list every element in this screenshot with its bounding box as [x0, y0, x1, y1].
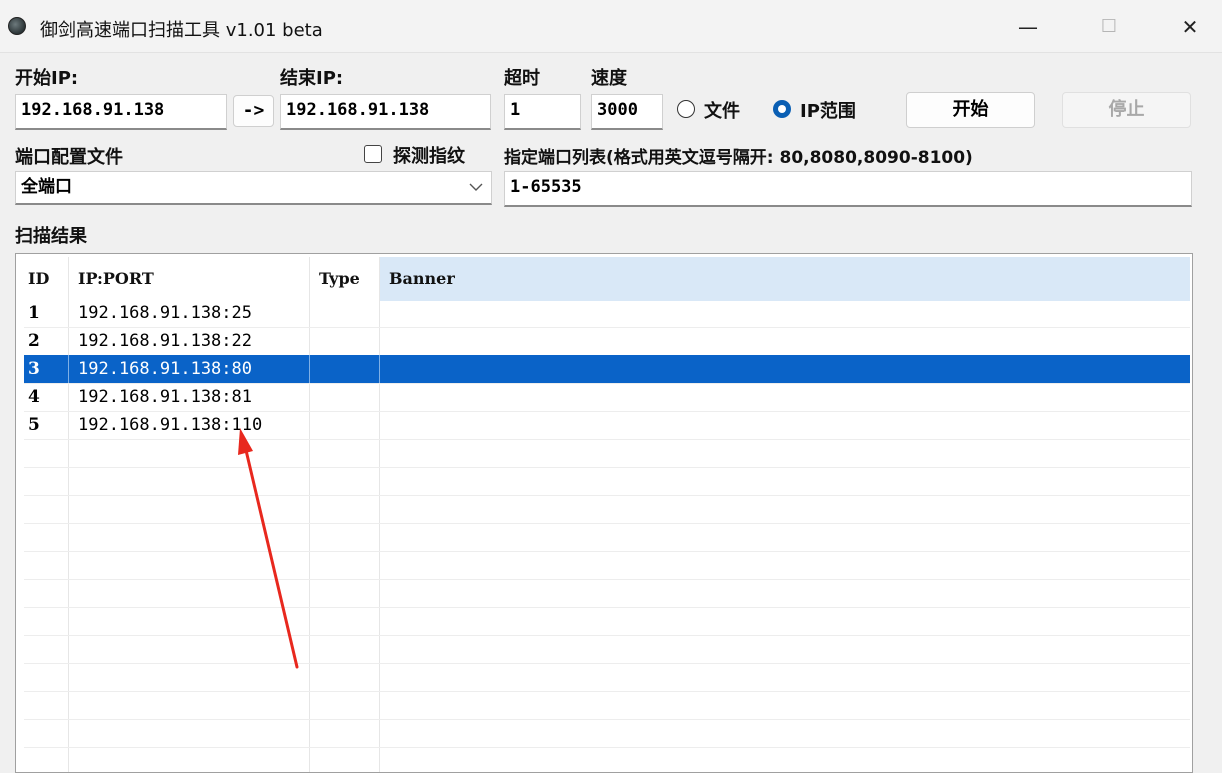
- arrow-shaft: [243, 444, 299, 669]
- annotation-arrow: [238, 428, 299, 669]
- arrow-head: [238, 428, 253, 455]
